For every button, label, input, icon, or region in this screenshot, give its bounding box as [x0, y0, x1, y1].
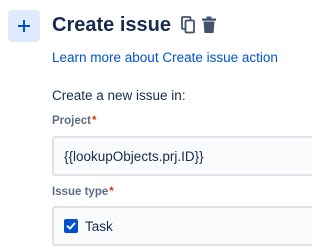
task-checkbox-icon — [64, 219, 78, 233]
action-title: Create issue — [52, 14, 171, 36]
project-label: Project* — [52, 115, 96, 127]
project-value: {{lookupObjects.prj.ID}} — [64, 148, 204, 164]
action-header: Create issue — [52, 12, 218, 38]
issue-type-label: Issue type* — [52, 186, 114, 198]
required-marker: * — [109, 186, 114, 198]
project-label-text: Project — [52, 115, 91, 127]
learn-more-link[interactable]: Learn more about Create issue action — [52, 50, 278, 65]
issue-type-value: Task — [85, 218, 113, 234]
issue-type-field[interactable]: Task — [52, 206, 312, 246]
issue-type-label-text: Issue type — [52, 186, 109, 198]
project-field[interactable]: {{lookupObjects.prj.ID}} — [52, 136, 312, 176]
intro-text: Create a new issue in: — [52, 88, 186, 103]
required-marker: * — [92, 115, 97, 127]
plus-icon[interactable] — [8, 10, 40, 42]
trash-icon[interactable] — [200, 14, 218, 36]
copy-icon[interactable] — [179, 14, 197, 36]
create-issue-action-panel: Create issue Learn more about Create iss… — [0, 0, 312, 251]
